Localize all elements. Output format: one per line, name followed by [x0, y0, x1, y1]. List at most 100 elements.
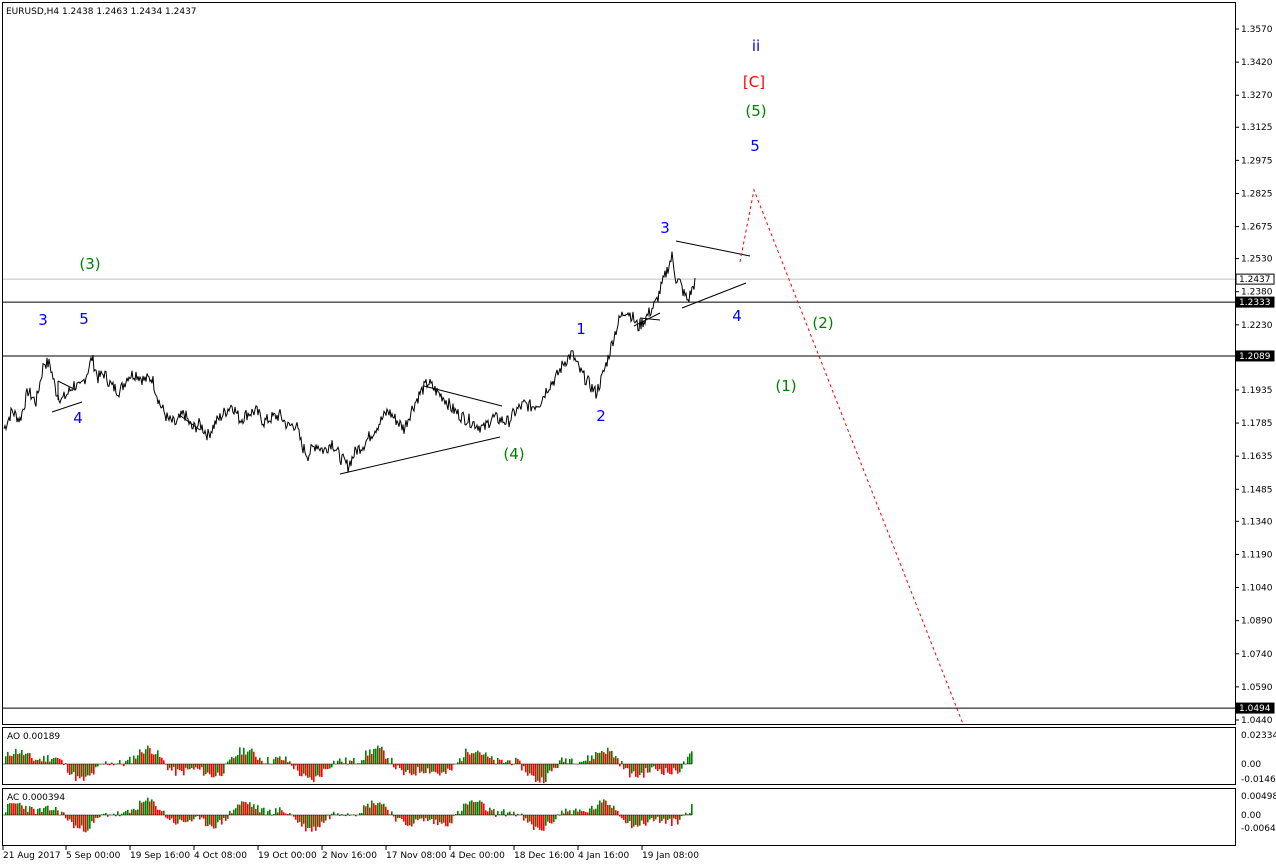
histogram-bar [445, 815, 447, 827]
histogram-bar [91, 764, 93, 774]
histogram-bar [491, 810, 493, 815]
histogram-bar [175, 764, 177, 776]
histogram-bar [73, 815, 75, 829]
histogram-bar [593, 758, 595, 764]
price-tick-label: 1.0740 [1241, 650, 1273, 660]
histogram-bar [411, 815, 413, 827]
histogram-bar [375, 748, 377, 764]
histogram-bar [221, 815, 223, 825]
histogram-bar [37, 808, 39, 815]
histogram-bar [651, 764, 653, 768]
histogram-bar [275, 808, 277, 815]
histogram-bar [663, 764, 665, 776]
histogram-bar [383, 803, 385, 815]
histogram-bar [371, 753, 373, 764]
histogram-bar [637, 764, 639, 778]
histogram-bar [237, 804, 239, 815]
histogram-bar [647, 764, 649, 773]
histogram-bar [551, 815, 553, 824]
histogram-bar [631, 815, 633, 829]
histogram-bar [65, 815, 67, 819]
histogram-bar [595, 808, 597, 815]
histogram-bar [141, 802, 143, 815]
price-tick-label: 1.1485 [1241, 485, 1273, 495]
histogram-bar [205, 764, 207, 775]
histogram-bar [145, 749, 147, 764]
histogram-bar [165, 815, 167, 818]
price-tick-label: 1.3270 [1241, 91, 1273, 101]
histogram-bar [293, 815, 295, 817]
histogram-bar [225, 815, 227, 821]
histogram-bar [659, 815, 661, 824]
histogram-bar [253, 804, 255, 815]
histogram-bar [9, 755, 11, 764]
histogram-bar [61, 759, 63, 764]
histogram-bar [621, 761, 623, 764]
histogram-bar [63, 812, 65, 815]
wave-label: [C] [743, 73, 765, 91]
histogram-bar [239, 804, 241, 815]
histogram-bar [675, 764, 677, 771]
histogram-bar [497, 810, 499, 815]
histogram-bar [665, 764, 667, 769]
indicator-tick-label: 0.00 [1241, 760, 1261, 770]
histogram-bar [563, 761, 565, 764]
histogram-bar [585, 760, 587, 764]
histogram-bar [363, 760, 365, 764]
histogram-bar [129, 812, 131, 815]
histogram-bar [399, 815, 401, 819]
histogram-bar [5, 812, 7, 815]
histogram-bar [409, 764, 411, 774]
histogram-bar [607, 747, 609, 764]
histogram-bar [167, 764, 169, 771]
histogram-bar [151, 799, 153, 815]
histogram-bar [507, 812, 509, 815]
histogram-bar [671, 815, 673, 827]
histogram-bar [45, 761, 47, 764]
histogram-bar [53, 809, 55, 815]
histogram-bar [619, 764, 621, 767]
histogram-bar [215, 815, 217, 829]
histogram-bar [315, 815, 317, 831]
histogram-bar [533, 764, 535, 776]
histogram-bar [579, 761, 581, 764]
histogram-bar [415, 764, 417, 776]
histogram-bar [309, 764, 311, 778]
histogram-bar [529, 764, 531, 774]
histogram-bar [681, 764, 683, 769]
histogram-bar [71, 764, 73, 775]
histogram-bar [163, 760, 165, 764]
histogram-bar [299, 815, 301, 822]
histogram-bar [67, 815, 69, 821]
histogram-bar [323, 815, 325, 823]
histogram-bar [425, 815, 427, 819]
histogram-bar [635, 815, 637, 825]
histogram-bar [421, 764, 423, 772]
histogram-bar [533, 815, 535, 831]
time-tick-label: 19 Oct 00:00 [258, 851, 317, 861]
indicator-tick-label: 0.00498 [1241, 792, 1276, 802]
histogram-bar [293, 764, 295, 770]
histogram-bar [467, 804, 469, 815]
histogram-bar [163, 810, 165, 815]
histogram-bar [253, 751, 255, 764]
histogram-bar [181, 764, 183, 771]
histogram-bar [435, 764, 437, 773]
histogram-bar [147, 745, 149, 764]
histogram-bar [463, 757, 465, 764]
histogram-bar [107, 815, 109, 817]
histogram-bar [603, 752, 605, 764]
histogram-bar [529, 815, 531, 822]
histogram-bar [81, 764, 83, 777]
histogram-bar [251, 748, 253, 764]
price-tick-label: 1.2530 [1241, 255, 1273, 265]
histogram-bar [31, 757, 33, 764]
histogram-bar [119, 760, 121, 764]
histogram-bar [545, 815, 547, 826]
histogram-bar [23, 755, 25, 764]
histogram-bar [233, 758, 235, 764]
histogram-bar [381, 804, 383, 815]
wave-label: (1) [775, 377, 796, 395]
histogram-bar [625, 815, 627, 824]
wave-label: 4 [732, 307, 742, 325]
